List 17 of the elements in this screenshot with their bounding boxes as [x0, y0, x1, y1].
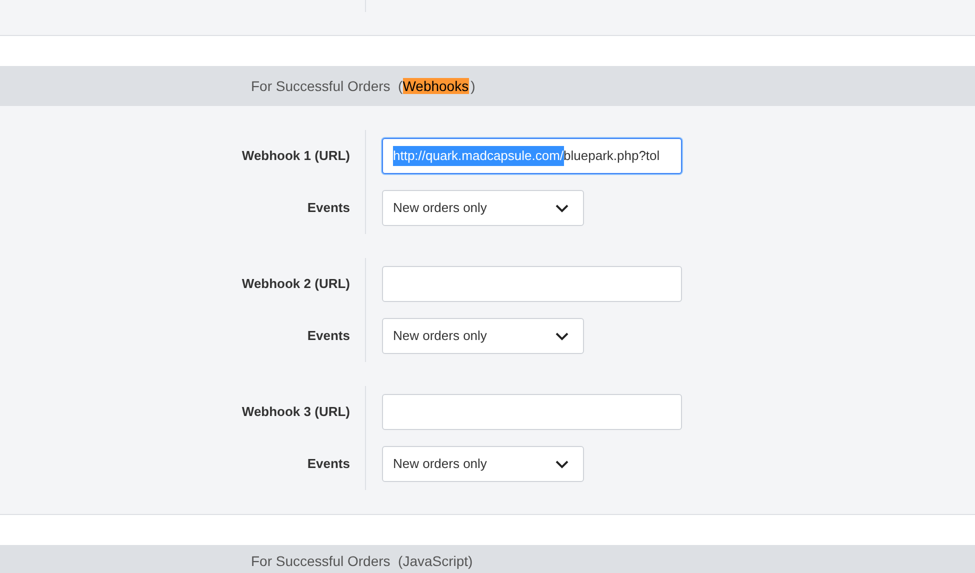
chevron-down-icon — [555, 332, 569, 340]
chevron-down-icon — [555, 460, 569, 468]
field-label: Webhook 3 (URL) — [242, 403, 350, 422]
url-input-field[interactable] — [382, 394, 682, 430]
field-label: Webhook 1 (URL) — [242, 147, 350, 166]
section-heading: For Successful Orders (JavaScript) — [251, 552, 473, 570]
url-input-field[interactable]: http://quark.madcapsule.com/bluepark.php?tol — [382, 138, 682, 174]
events-dropdown[interactable]: New orders only — [382, 318, 584, 354]
events-dropdown[interactable]: New orders only — [382, 446, 584, 482]
chevron-down-icon — [555, 204, 569, 212]
field-label: Events — [307, 327, 350, 346]
field-label: Events — [307, 455, 350, 474]
events-dropdown[interactable]: New orders only — [382, 190, 584, 226]
url-input-field[interactable] — [382, 266, 682, 302]
field-label: Events — [307, 199, 350, 218]
field-label: Webhook 2 (URL) — [242, 275, 350, 294]
section-heading: For Successful Orders (Webhooks) — [251, 77, 476, 95]
